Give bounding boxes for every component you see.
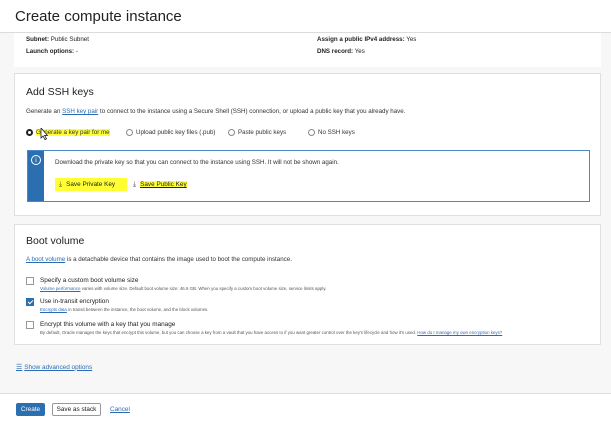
custom-size-hint: Volume performance varies with volume si…: [40, 285, 326, 292]
radio-paste-public-keys[interactable]: Paste public keys: [228, 127, 286, 137]
ssh-key-options: Generate a key pair for me Upload public…: [26, 127, 586, 137]
radio-unselected-icon[interactable]: [308, 128, 315, 136]
show-advanced-options-link[interactable]: ☰ Show advanced options: [16, 363, 93, 372]
info-message: Download the private key so that you can…: [55, 159, 339, 166]
ssh-description: Generate an SSH key pair to connect to t…: [26, 108, 405, 115]
save-public-key-label: Save Public Key: [140, 181, 187, 188]
ipv4-row: Assign a public IPv4 address: Yes: [317, 36, 416, 44]
save-private-key-button[interactable]: ⤓ Save Private Key: [55, 178, 127, 191]
custom-size-label: Specify a custom boot volume size: [40, 277, 139, 284]
launch-options-row: Launch options: -: [26, 48, 78, 56]
network-summary: Subnet: Public Subnet Launch options: - …: [14, 33, 601, 67]
checkbox-unchecked[interactable]: [26, 277, 34, 285]
encrypt-hint: By default, Oracle manages the keys that…: [40, 329, 502, 336]
checkbox-unchecked[interactable]: [26, 321, 34, 329]
private-key-info-box: i Download the private key so that you c…: [27, 150, 590, 202]
save-as-stack-button[interactable]: Save as stack: [52, 403, 101, 416]
radio-paste-label: Paste public keys: [238, 128, 287, 136]
radio-unselected-icon[interactable]: [228, 128, 235, 136]
radio-generate-key-pair[interactable]: Generate a key pair for me: [26, 127, 110, 137]
boot-volume-section: Boot volume A boot volume is a detachabl…: [14, 224, 601, 345]
encrypt-label: Encrypt this volume with a key that you …: [40, 321, 176, 328]
info-sidebar: i: [28, 151, 44, 201]
subnet-row: Subnet: Public Subnet: [26, 36, 89, 44]
dns-record-row: DNS record: Yes: [317, 48, 365, 56]
save-private-key-label: Save Private Key: [66, 181, 116, 188]
launch-options-label: Launch options:: [26, 48, 75, 55]
sliders-icon: ☰: [16, 364, 23, 371]
ssh-desc-prefix: Generate an: [26, 108, 61, 115]
custom-boot-size-option[interactable]: Specify a custom boot volume size Volume…: [26, 276, 326, 292]
volume-performance-link[interactable]: Volume performance: [40, 286, 81, 291]
ssh-section-title: Add SSH keys: [26, 86, 94, 98]
manage-keys-link[interactable]: How do I manage my own encryption keys?: [417, 330, 502, 335]
encrypt-hint-text: By default, Oracle manages the keys that…: [40, 330, 417, 335]
save-public-key-button[interactable]: ⤓ Save Public Key: [133, 178, 187, 191]
in-transit-encryption-option[interactable]: Use in-transit encryption Encrypts data …: [26, 297, 208, 313]
boot-volume-link[interactable]: A boot volume: [26, 256, 65, 263]
page-title: Create compute instance: [15, 8, 182, 25]
radio-unselected-icon[interactable]: [126, 128, 133, 136]
customer-managed-key-option[interactable]: Encrypt this volume with a key that you …: [26, 320, 502, 336]
ipv4-label: Assign a public IPv4 address:: [317, 36, 405, 43]
radio-no-ssh-label: No SSH keys: [318, 128, 355, 136]
ssh-key-pair-link[interactable]: SSH key pair: [62, 108, 98, 115]
boot-desc-suffix: is a detachable device that contains the…: [66, 256, 292, 263]
page-footer: Create Save as stack Cancel: [0, 393, 611, 423]
ssh-desc-suffix: to connect to the instance using a Secur…: [99, 108, 406, 115]
custom-size-hint-text: varies with volume size. Default boot vo…: [81, 286, 327, 291]
radio-no-ssh-keys[interactable]: No SSH keys: [308, 127, 355, 137]
radio-selected-icon[interactable]: [26, 128, 33, 136]
transit-hint: Encrypts data in transit between the ins…: [40, 306, 208, 313]
subnet-label: Subnet:: [26, 36, 50, 43]
download-icon: ⤓: [59, 180, 63, 188]
cancel-link[interactable]: Cancel: [110, 406, 130, 413]
radio-upload-label: Upload public key files (.pub): [136, 128, 216, 136]
checkbox-checked[interactable]: [26, 298, 34, 306]
mouse-pointer-icon: [40, 128, 48, 140]
dns-record-label: DNS record:: [317, 48, 354, 55]
boot-description: A boot volume is a detachable device tha…: [26, 256, 292, 263]
info-icon: i: [31, 155, 41, 165]
subnet-value: Public Subnet: [50, 36, 89, 43]
ssh-keys-section: Add SSH keys Generate an SSH key pair to…: [14, 73, 601, 216]
download-icon: ⤓: [133, 180, 137, 188]
page-header: Create compute instance: [0, 0, 611, 33]
advanced-label: Show advanced options: [24, 363, 93, 371]
launch-options-value: -: [75, 48, 78, 55]
dns-record-value: Yes: [354, 48, 365, 55]
transit-hint-text: in transit between the instance, the boo…: [68, 307, 209, 312]
encrypts-data-link[interactable]: Encrypts data: [40, 307, 67, 312]
boot-section-title: Boot volume: [26, 235, 85, 247]
ipv4-value: Yes: [406, 36, 417, 43]
transit-label: Use in-transit encryption: [40, 298, 109, 305]
radio-upload-public-key[interactable]: Upload public key files (.pub): [126, 127, 215, 137]
create-button[interactable]: Create: [16, 403, 45, 416]
